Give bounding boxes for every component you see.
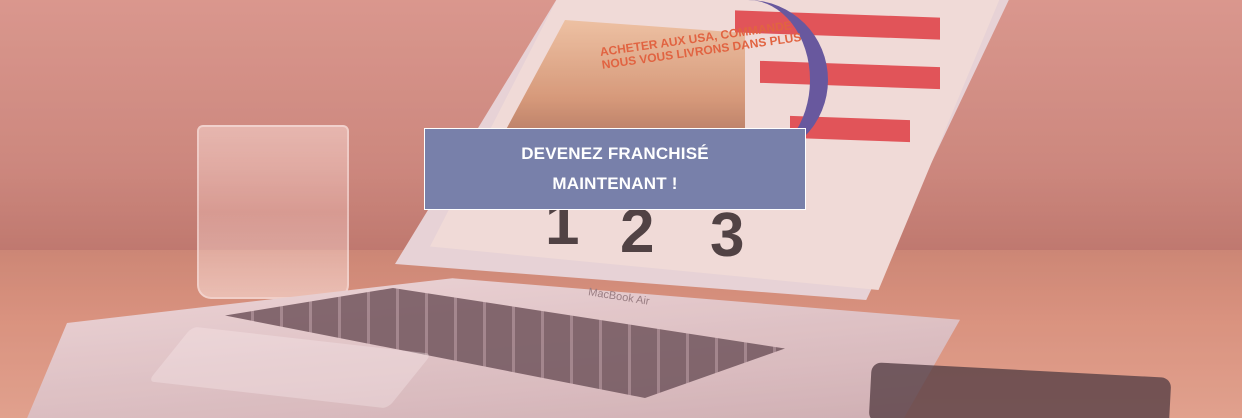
water-glass-image [197, 125, 349, 299]
cta-line1: DEVENEZ FRANCHISÉ [521, 144, 709, 163]
step-number: 3 [710, 201, 745, 270]
hero-banner: ACHETER AUX USA, COMMANDE NOUS VOUS LIVR… [0, 0, 1242, 418]
cta-line2: MAINTENANT ! [552, 174, 678, 193]
become-franchisee-button[interactable]: DEVENEZ FRANCHISÉ MAINTENANT ! [424, 128, 806, 210]
